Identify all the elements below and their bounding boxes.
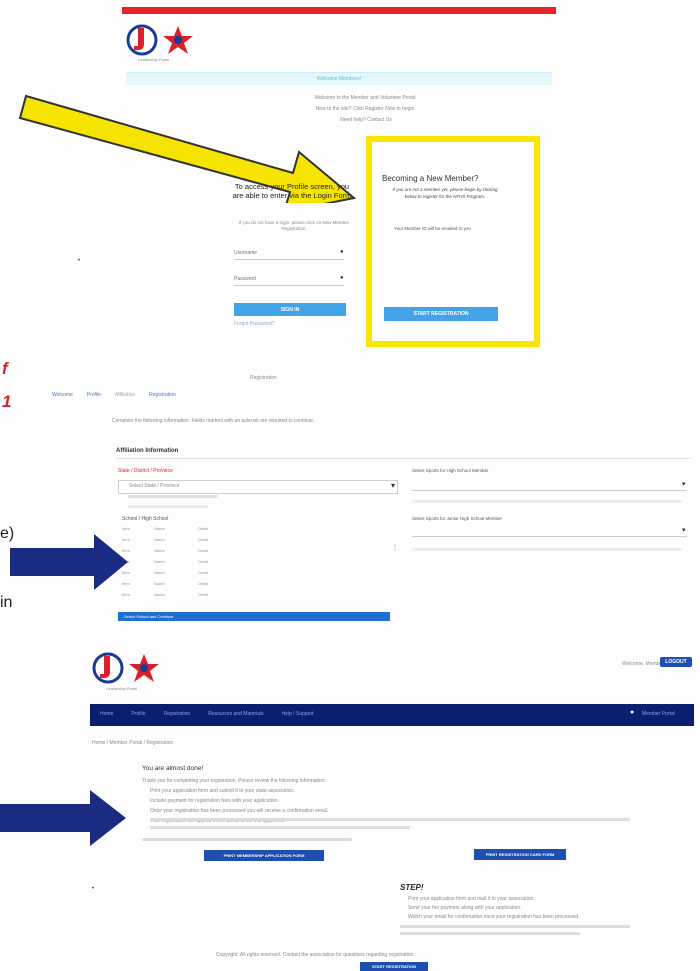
new-member-highlight: Becoming a New Member? If you are not a … — [366, 136, 540, 347]
required-marker-icon: ● — [340, 275, 344, 281]
table-row[interactable]: ItemNameDetail — [122, 592, 392, 603]
completion-line-blur — [150, 818, 630, 821]
start-registration-button[interactable]: START REGISTRATION — [384, 307, 498, 321]
signin-button[interactable]: SIGN IN — [234, 303, 346, 316]
login-hint: If you do not have a login, please click… — [238, 220, 350, 231]
step-welcome[interactable]: Welcome — [52, 392, 73, 400]
nav-right-label[interactable]: Member Portal — [642, 711, 675, 718]
username-input[interactable] — [234, 247, 344, 260]
jhs-sports-row-blur — [412, 548, 682, 551]
steps-list: Print your application form and mail it … — [408, 896, 648, 923]
step-registration[interactable]: Registration — [149, 392, 176, 400]
chevron-down-icon: ▾ — [682, 481, 686, 488]
completion-line-blur — [150, 826, 410, 829]
hs-sports-field[interactable] — [412, 480, 687, 491]
steps-title: STEP! — [400, 883, 424, 892]
password-input[interactable] — [234, 273, 344, 286]
hs-sports-label: Select Sports for High School Member — [412, 468, 489, 473]
new-member-title: Becoming a New Member? — [382, 174, 479, 183]
top-logo-subtitle: Leadership Portal — [138, 57, 170, 62]
new-member-note: Your Member ID will be emailed to you — [394, 226, 471, 231]
jhs-sports-label: Select Sports for Junior High School Mem… — [412, 516, 503, 521]
completion-line: Once your registration has been processe… — [150, 808, 329, 814]
state-select[interactable]: Select State / Province ▾ — [118, 480, 398, 494]
hs-sports-row-blur — [412, 500, 682, 503]
login-heading: To access your Profile screen, you are a… — [232, 182, 352, 200]
new-member-text: If you are not a member yet, please begi… — [392, 187, 498, 199]
table-row[interactable]: ItemNameDetail — [122, 526, 392, 537]
annotation-label-2: in — [0, 594, 13, 611]
nav-item-resources[interactable]: Resources and Materials — [208, 711, 263, 718]
top-red-bar — [122, 7, 556, 14]
step-affiliation[interactable]: Affiliation — [115, 392, 135, 400]
main-nav-bar: Home Profile Registration Resources and … — [90, 704, 694, 726]
table-row[interactable]: ItemNameDetail — [122, 570, 392, 581]
annotation-red-2: 1 — [2, 392, 12, 411]
state-select-value: Select State / Province — [129, 483, 180, 489]
bullet-dot: • — [78, 258, 81, 264]
navy-arrow-icon — [0, 790, 126, 846]
affiliation-section-title: Affiliation Information — [116, 448, 179, 454]
nav-item-help[interactable]: Help / Support — [282, 711, 314, 718]
top-logo: Leadership Portal — [126, 22, 216, 64]
completion-title: You are almost done! — [142, 765, 204, 772]
completion-line: Thank you for completing your registrati… — [142, 778, 326, 784]
nav-item-home[interactable]: Home — [100, 711, 113, 718]
print-application-button[interactable]: PRINT MEMBERSHIP APPLICATION FORM — [204, 850, 324, 861]
affiliation-divider — [116, 458, 691, 459]
footer-text: Copyright. All rights reserved. Contact … — [216, 952, 415, 958]
jhs-sports-field[interactable] — [412, 526, 687, 537]
step-line: Watch your email for confirmation once y… — [408, 914, 580, 920]
completion-line: Print your application form and submit i… — [150, 788, 295, 794]
school-list: Item Name Detail Item Name Detail Item Name De… — [122, 526, 392, 612]
registration-steps: Welcome Profile Affiliation Registration — [52, 392, 252, 400]
chevron-down-icon: ▾ — [682, 527, 686, 534]
bottom-logo-subtitle: Leadership Portal — [106, 686, 138, 691]
bullet-dot: • — [92, 886, 95, 892]
annotation-red-1: f — [2, 359, 8, 378]
welcome-banner-text: Welcome Members! — [316, 76, 362, 82]
step-line: Print your application form and mail it … — [408, 896, 535, 902]
chevron-down-icon: ▾ — [390, 481, 395, 490]
navy-arrow-icon — [10, 534, 128, 590]
select-school-label: Select School and Continue — [124, 614, 174, 619]
state-option-blur — [128, 505, 208, 508]
welcome-banner: Welcome Members! — [126, 72, 552, 85]
user-dot-icon: ● — [630, 709, 635, 716]
school-label: School / High School — [122, 516, 169, 522]
state-label: State / District / Province — [118, 468, 173, 474]
registration-instructions: Complete the following information. Fiel… — [112, 418, 315, 424]
required-marker-icon: ● — [340, 249, 344, 255]
scroll-marker-icon: ⋮ — [392, 545, 398, 551]
breadcrumb[interactable]: Home / Member Portal / Registration — [92, 740, 173, 747]
completion-line: Include payment for registration fees wi… — [150, 798, 279, 804]
print-registration-button[interactable]: PRINT REGISTRATION CARD FORM — [474, 849, 566, 860]
table-row[interactable]: ItemNameDetail — [122, 537, 392, 548]
table-row[interactable]: ItemNameDetail — [122, 559, 392, 570]
steps-note-blur — [400, 932, 580, 935]
completion-line-blur — [142, 838, 352, 841]
step-profile[interactable]: Profile — [87, 392, 101, 400]
step-line: Send your fee payment along with your ap… — [408, 905, 522, 911]
logout-button[interactable]: LOGOUT — [660, 657, 692, 667]
header-welcome-link[interactable]: Welcome, Member — [622, 661, 664, 668]
table-row[interactable]: ItemNameDetail — [122, 548, 392, 559]
nav-item-registration[interactable]: Registration — [164, 711, 191, 718]
select-school-button[interactable]: Select School and Continue — [118, 612, 390, 621]
footer-start-button[interactable]: START REGISTRATION — [360, 962, 428, 971]
state-option-blur — [128, 495, 218, 498]
nav-item-profile[interactable]: Profile — [131, 711, 145, 718]
registration-page-title: Registration — [250, 375, 277, 381]
bottom-logo: Leadership Portal — [92, 652, 182, 694]
forgot-password-link[interactable]: Forgot Password? — [234, 321, 275, 328]
steps-note-blur — [400, 925, 630, 928]
table-row[interactable]: ItemNameDetail — [122, 581, 392, 592]
